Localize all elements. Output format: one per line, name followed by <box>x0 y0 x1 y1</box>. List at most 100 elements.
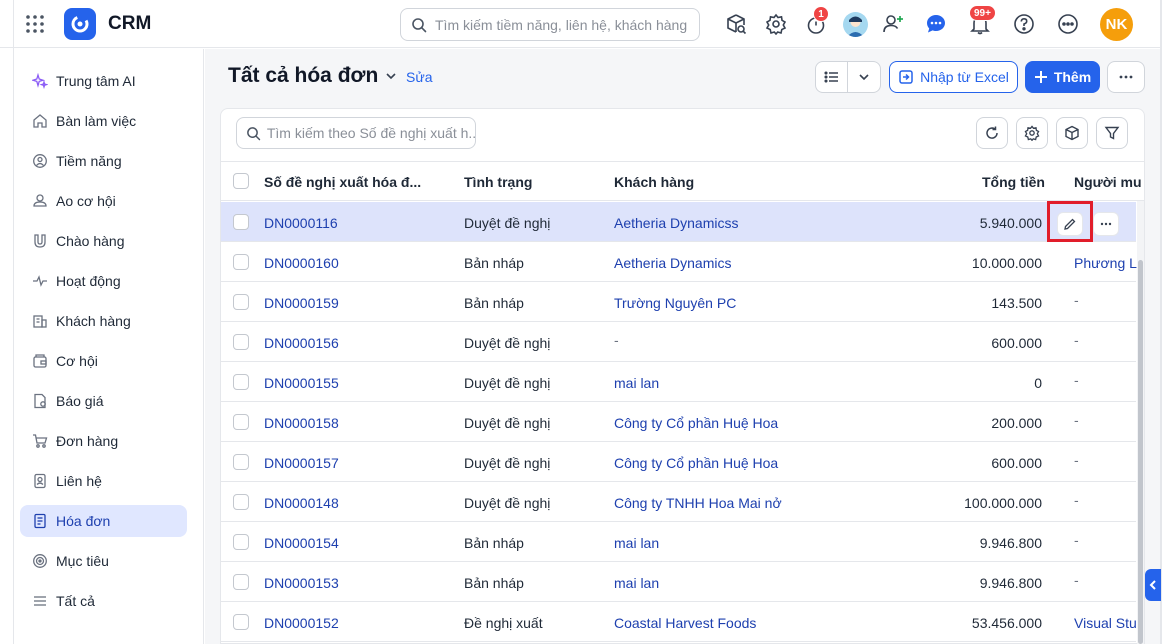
customer-link[interactable]: Công ty Cổ phần Huệ Hoa <box>614 455 778 471</box>
chevron-down-icon[interactable] <box>383 68 399 84</box>
table-row[interactable]: DN0000160 Bản nháp Aetheria Dynamics 10.… <box>221 242 1140 282</box>
invoice-number-link[interactable]: DN0000160 <box>264 255 339 271</box>
sidebar-item-workspace[interactable]: Bàn làm việc <box>20 105 187 137</box>
sidebar-item-leads[interactable]: Tiềm năng <box>20 145 187 177</box>
table-search[interactable] <box>236 117 476 149</box>
buyer-link[interactable]: Phương Li <box>1074 255 1140 271</box>
add-button[interactable]: Thêm <box>1025 61 1100 93</box>
invoice-number-link[interactable]: DN0000116 <box>264 215 338 231</box>
help-icon[interactable] <box>1012 12 1036 36</box>
page-title: Tất cả hóa đơn <box>228 64 379 87</box>
plus-icon <box>1034 71 1047 83</box>
table-scrollbar-thumb[interactable] <box>1138 260 1143 644</box>
table-row[interactable]: DN0000154 Bản nháp mai lan 9.946.800 - <box>221 522 1136 562</box>
column-header-buyer[interactable]: Người mu <box>1074 174 1142 190</box>
invoice-number-link[interactable]: DN0000156 <box>264 335 339 351</box>
customer-link[interactable]: mai lan <box>614 575 659 591</box>
row-checkbox[interactable] <box>233 214 249 230</box>
invoice-number-link[interactable]: DN0000148 <box>264 495 339 511</box>
customer-link[interactable]: Trường Nguyên PC <box>614 295 736 311</box>
sidebar-item-contacts[interactable]: Liên hệ <box>20 465 187 497</box>
table-row[interactable]: DN0000153 Bản nháp mai lan 9.946.800 - <box>221 562 1136 602</box>
customer-link[interactable]: Công ty Cổ phần Huệ Hoa <box>614 415 778 431</box>
row-edit-button[interactable] <box>1057 212 1083 236</box>
sidebar-item-opportunities[interactable]: Cơ hội <box>20 345 187 377</box>
customer-link[interactable]: Aetheria Dynamicss <box>614 215 739 231</box>
import-excel-button[interactable]: Nhập từ Excel <box>889 61 1018 93</box>
invoice-number-link[interactable]: DN0000155 <box>264 375 339 391</box>
customer-link[interactable]: Công ty TNHH Hoa Mai nở <box>614 495 782 511</box>
more-actions-button[interactable] <box>1107 61 1145 93</box>
select-all-checkbox[interactable] <box>233 173 249 189</box>
package-search-icon[interactable] <box>724 12 748 36</box>
row-checkbox[interactable] <box>233 334 249 350</box>
sidebar-item-goals[interactable]: Mục tiêu <box>20 545 187 577</box>
column-header-status[interactable]: Tình trạng <box>464 174 532 190</box>
column-header-number[interactable]: Số đề nghị xuất hóa đ... <box>264 174 421 190</box>
crm-logo[interactable] <box>64 8 96 40</box>
row-checkbox[interactable] <box>233 454 249 470</box>
column-settings-button[interactable] <box>1016 117 1048 149</box>
sidebar-item-ai-center[interactable]: Trung tâm AI <box>20 65 187 97</box>
sidebar-item-quotes[interactable]: Báo giá <box>20 385 187 417</box>
search-icon <box>412 17 427 32</box>
sidebar-item-invoices[interactable]: Hóa đơn <box>20 505 187 537</box>
row-more-button[interactable] <box>1093 212 1119 236</box>
table-row[interactable]: DN0000159 Bản nháp Trường Nguyên PC 143.… <box>221 282 1136 322</box>
global-search[interactable] <box>400 8 700 41</box>
buyer-cell: - <box>1074 572 1079 588</box>
view-dropdown-button[interactable] <box>847 61 881 93</box>
table-row[interactable]: DN0000156 Duyệt đề nghị - 600.000 - <box>221 322 1136 362</box>
customer-link[interactable]: Coastal Harvest Foods <box>614 615 756 631</box>
refresh-button[interactable] <box>976 117 1008 149</box>
row-checkbox[interactable] <box>233 534 249 550</box>
more-apps-icon[interactable] <box>1056 12 1080 36</box>
sidebar-item-all[interactable]: Tất cả <box>20 585 187 617</box>
edit-view-link[interactable]: Sửa <box>406 69 433 85</box>
sidebar-item-orders[interactable]: Đơn hàng <box>20 425 187 457</box>
table-row[interactable]: DN0000152 Đề nghị xuất Coastal Harvest F… <box>221 602 1137 642</box>
table-row[interactable]: DN0000116 Duyệt đề nghị Aetheria Dynamic… <box>221 202 1136 242</box>
row-checkbox[interactable] <box>233 494 249 510</box>
table-row[interactable]: DN0000157 Duyệt đề nghị Công ty Cổ phần … <box>221 442 1136 482</box>
invoice-number-link[interactable]: DN0000152 <box>264 615 339 631</box>
profile-avatar[interactable]: NK <box>1100 8 1133 41</box>
invoice-number-link[interactable]: DN0000157 <box>264 455 339 471</box>
customer-link[interactable]: mai lan <box>614 375 659 391</box>
gear-icon[interactable] <box>764 12 788 36</box>
table-row[interactable]: DN0000155 Duyệt đề nghị mai lan 0 - <box>221 362 1136 402</box>
customer-link[interactable]: Aetheria Dynamics <box>614 255 732 271</box>
column-header-customer[interactable]: Khách hàng <box>614 174 694 190</box>
row-checkbox[interactable] <box>233 294 249 310</box>
row-checkbox[interactable] <box>233 614 249 630</box>
column-header-total[interactable]: Tổng tiền <box>982 174 1045 190</box>
sidebar-item-label: Khách hàng <box>56 313 131 329</box>
sidebar-item-customers[interactable]: Khách hàng <box>20 305 187 337</box>
sidebar-item-activities[interactable]: Hoạt động <box>20 265 187 297</box>
row-checkbox[interactable] <box>233 574 249 590</box>
user-avatar[interactable] <box>843 12 868 37</box>
sidebar-item-offers[interactable]: Chào hàng <box>20 225 187 257</box>
chat-icon[interactable] <box>924 12 948 36</box>
invoice-number-link[interactable]: DN0000154 <box>264 535 339 551</box>
sidebar-item-label: Ao cơ hội <box>56 193 116 209</box>
invoice-number-link[interactable]: DN0000158 <box>264 415 339 431</box>
row-checkbox[interactable] <box>233 374 249 390</box>
global-search-input[interactable] <box>435 16 695 33</box>
table-row[interactable]: DN0000148 Duyệt đề nghị Công ty TNHH Hoa… <box>221 482 1136 522</box>
add-user-icon[interactable] <box>881 12 905 36</box>
collapse-panel-button[interactable] <box>1145 569 1161 601</box>
table-search-input[interactable] <box>266 125 475 141</box>
list-view-button[interactable] <box>815 61 848 93</box>
package-button[interactable] <box>1056 117 1088 149</box>
row-checkbox[interactable] <box>233 254 249 270</box>
buyer-link[interactable]: Visual Stu <box>1074 615 1137 631</box>
table-row[interactable]: DN0000158 Duyệt đề nghị Công ty Cổ phần … <box>221 402 1136 442</box>
customer-link[interactable]: mai lan <box>614 535 659 551</box>
invoice-number-link[interactable]: DN0000159 <box>264 295 339 311</box>
filter-button[interactable] <box>1096 117 1128 149</box>
app-launcher-icon[interactable] <box>25 14 45 34</box>
sidebar-item-opportunity-pool[interactable]: Ao cơ hội <box>20 185 187 217</box>
row-checkbox[interactable] <box>233 414 249 430</box>
invoice-number-link[interactable]: DN0000153 <box>264 575 339 591</box>
